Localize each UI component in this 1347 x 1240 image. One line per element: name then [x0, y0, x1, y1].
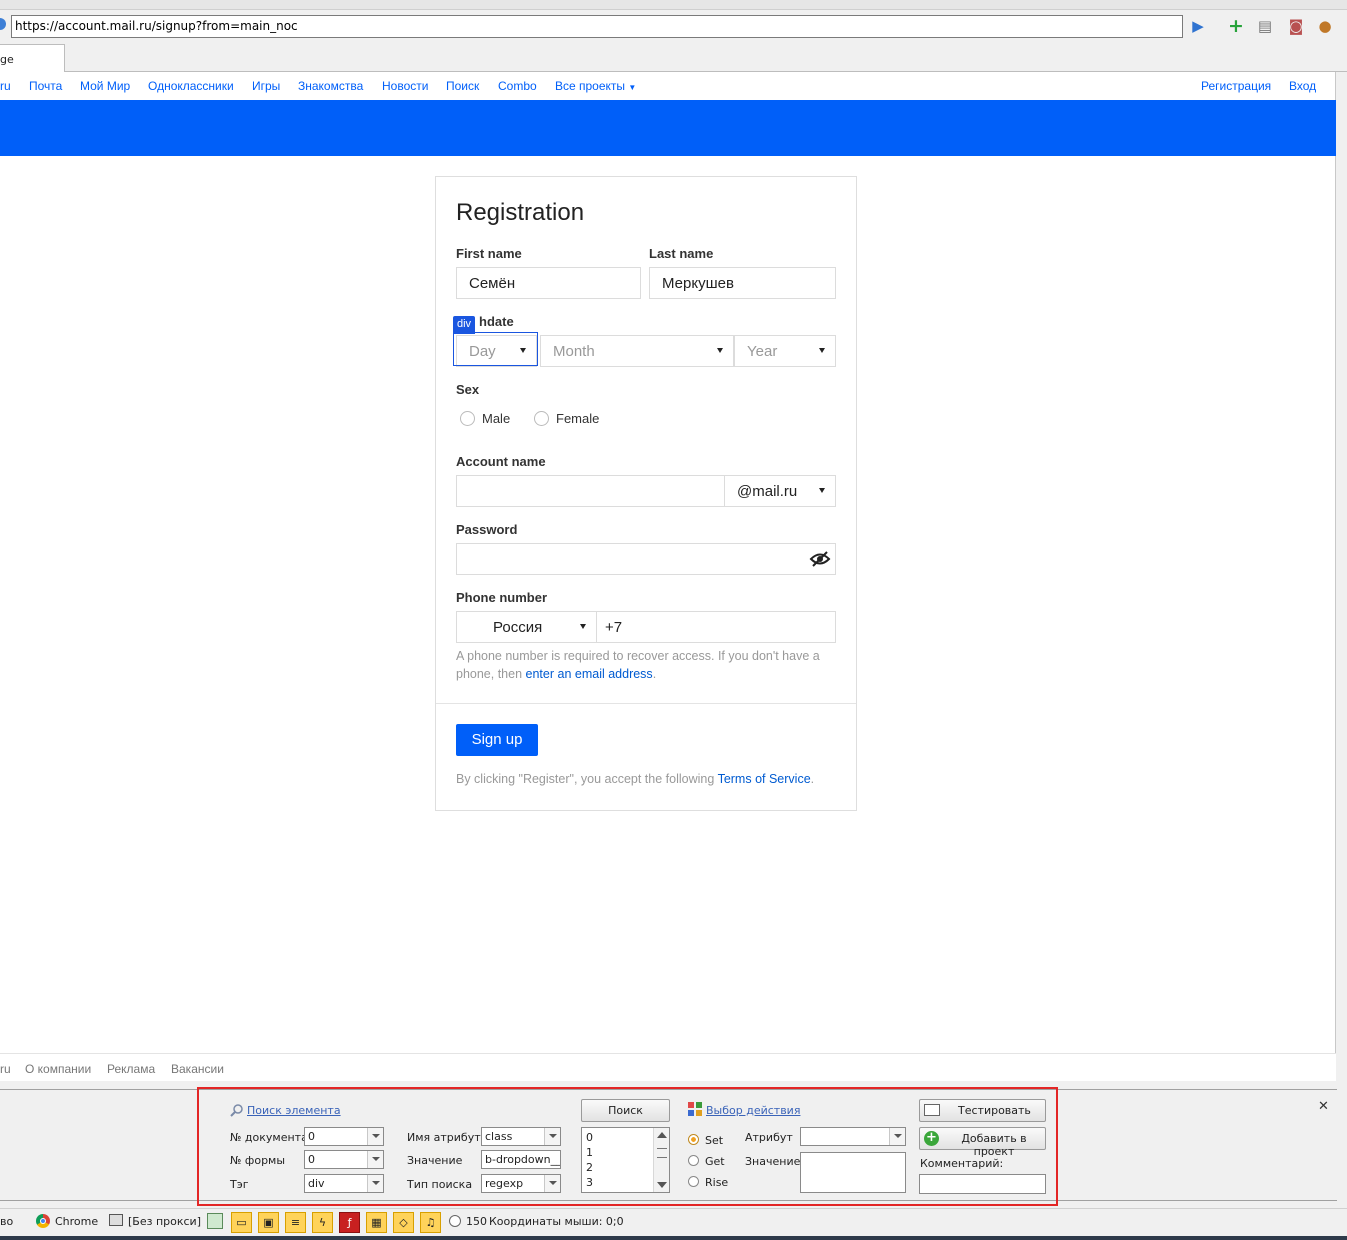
terms-of-service-link[interactable]: Terms of Service — [718, 772, 811, 786]
nav-item-search[interactable]: Поиск — [446, 79, 479, 93]
header-banner — [0, 100, 1336, 156]
toggle-css-icon[interactable]: ≡ — [285, 1212, 306, 1233]
male-radio[interactable] — [460, 411, 475, 426]
chevron-down-icon: ▼ — [628, 83, 637, 92]
card-divider — [436, 703, 856, 704]
page-right-margin — [1337, 72, 1347, 1081]
terms-text: By clicking "Register", you accept the f… — [456, 772, 814, 786]
toggle-flash-icon[interactable]: ϟ — [312, 1212, 333, 1233]
nav-item-news[interactable]: Новости — [382, 79, 428, 93]
toggle-pdf-icon[interactable]: ƒ — [339, 1212, 360, 1233]
male-label[interactable]: Male — [482, 411, 510, 426]
footer-item-about[interactable]: О компании — [25, 1062, 91, 1076]
highlight-frame — [197, 1087, 1058, 1206]
taskbar-edge — [0, 1236, 1347, 1240]
terms-end: . — [810, 772, 815, 786]
status-left-text: во — [0, 1215, 14, 1228]
url-input[interactable]: https://account.mail.ru/signup?from=main… — [11, 15, 1183, 38]
nav-item-mail[interactable]: Почта — [29, 79, 62, 93]
browser-engine-label[interactable]: Chrome — [55, 1215, 98, 1228]
phone-input[interactable]: +7 — [596, 611, 836, 643]
browser-tab[interactable]: ge — [0, 44, 65, 73]
nav-item-ok[interactable]: Одноклассники — [148, 79, 234, 93]
tab-row — [0, 44, 1347, 72]
month-placeholder: Month — [553, 342, 595, 360]
phone-hint-end: . — [652, 667, 657, 681]
nav-item-all-projects[interactable]: Все проекты ▼ — [555, 79, 636, 93]
domain-value: @mail.ru — [737, 482, 798, 500]
go-icon[interactable]: ▶ — [1188, 16, 1208, 36]
window-top-strip — [0, 0, 1347, 10]
domain-select[interactable]: @mail.ru — [724, 475, 836, 507]
toggle-frame-icon[interactable]: ▣ — [258, 1212, 279, 1233]
terms-prefix: By clicking "Register", you accept the f… — [456, 772, 715, 786]
add-icon[interactable]: + — [1226, 16, 1246, 36]
country-select[interactable]: Россия — [456, 611, 597, 643]
female-label[interactable]: Female — [556, 411, 599, 426]
nav-item-games[interactable]: Игры — [252, 79, 280, 93]
year-placeholder: Year — [747, 342, 778, 360]
month-select[interactable]: Month — [540, 335, 734, 367]
chevron-down-icon — [819, 488, 825, 493]
eye-slash-icon[interactable] — [809, 549, 831, 569]
chevron-down-icon — [819, 348, 825, 353]
toggle-media-icon[interactable]: ▦ — [366, 1212, 387, 1233]
page-icon[interactable]: ▤ — [1255, 16, 1275, 36]
chevron-down-icon — [717, 348, 723, 353]
birthdate-label: hdate — [479, 314, 514, 329]
email-address-link[interactable]: enter an email address — [526, 667, 653, 681]
first-name-label: First name — [456, 246, 522, 261]
account-name-input[interactable] — [456, 475, 726, 507]
mouse-coords: Координаты мыши: 0;0 — [489, 1215, 624, 1228]
footer-item-ads[interactable]: Реклама — [107, 1062, 155, 1076]
sex-label: Sex — [456, 382, 480, 397]
nav-register[interactable]: Регистрация — [1201, 79, 1271, 93]
phone-label: Phone number — [456, 590, 548, 605]
toggle-window-icon[interactable]: ▭ — [231, 1212, 252, 1233]
element-highlight-box — [453, 332, 538, 366]
toggle-plugin-icon[interactable]: ◇ — [393, 1212, 414, 1233]
portal-nav: ru Почта Мой Мир Одноклассники Игры Знак… — [0, 72, 1336, 100]
account-name-label: Account name — [456, 454, 546, 469]
nav-item-combo[interactable]: Combo — [498, 79, 537, 93]
sign-up-button[interactable]: Sign up — [456, 724, 538, 756]
first-name-input[interactable]: Семён — [456, 267, 641, 299]
phone-hint: A phone number is required to recover ac… — [456, 647, 838, 683]
female-radio[interactable] — [534, 411, 549, 426]
toggle-sound-icon[interactable]: ♫ — [420, 1212, 441, 1233]
nav-item-myworld[interactable]: Мой Мир — [80, 79, 130, 93]
counter-value: 150 — [466, 1215, 487, 1228]
close-icon[interactable]: ✕ — [1318, 1099, 1329, 1114]
chrome-icon-center — [40, 1218, 46, 1224]
year-select[interactable]: Year — [734, 335, 836, 367]
form-title: Registration — [456, 199, 585, 226]
database-icon[interactable]: ◙ — [1286, 16, 1306, 36]
clock-icon — [449, 1215, 461, 1227]
page-footer: ru О компании Реклама Вакансии — [0, 1053, 1336, 1081]
status-bar — [0, 1208, 1347, 1236]
footer-item-home[interactable]: ru — [0, 1062, 11, 1076]
nav-login[interactable]: Вход — [1289, 79, 1316, 93]
password-label: Password — [456, 522, 518, 537]
chevron-down-icon — [580, 624, 586, 629]
last-name-label: Last name — [649, 246, 714, 261]
all-projects-label: Все проекты — [555, 79, 626, 93]
password-input[interactable] — [456, 543, 836, 575]
proxy-label[interactable]: [Без прокси] — [128, 1215, 201, 1228]
nav-item-home[interactable]: ru — [0, 79, 11, 93]
last-name-input[interactable]: Меркушев — [649, 267, 836, 299]
nav-item-dating[interactable]: Знакомства — [298, 79, 363, 93]
proxy-icon — [109, 1214, 123, 1226]
country-value: Россия — [493, 618, 543, 636]
cookie-icon[interactable]: ● — [1315, 16, 1335, 36]
footer-item-jobs[interactable]: Вакансии — [171, 1062, 224, 1076]
image-icon[interactable] — [207, 1213, 223, 1229]
